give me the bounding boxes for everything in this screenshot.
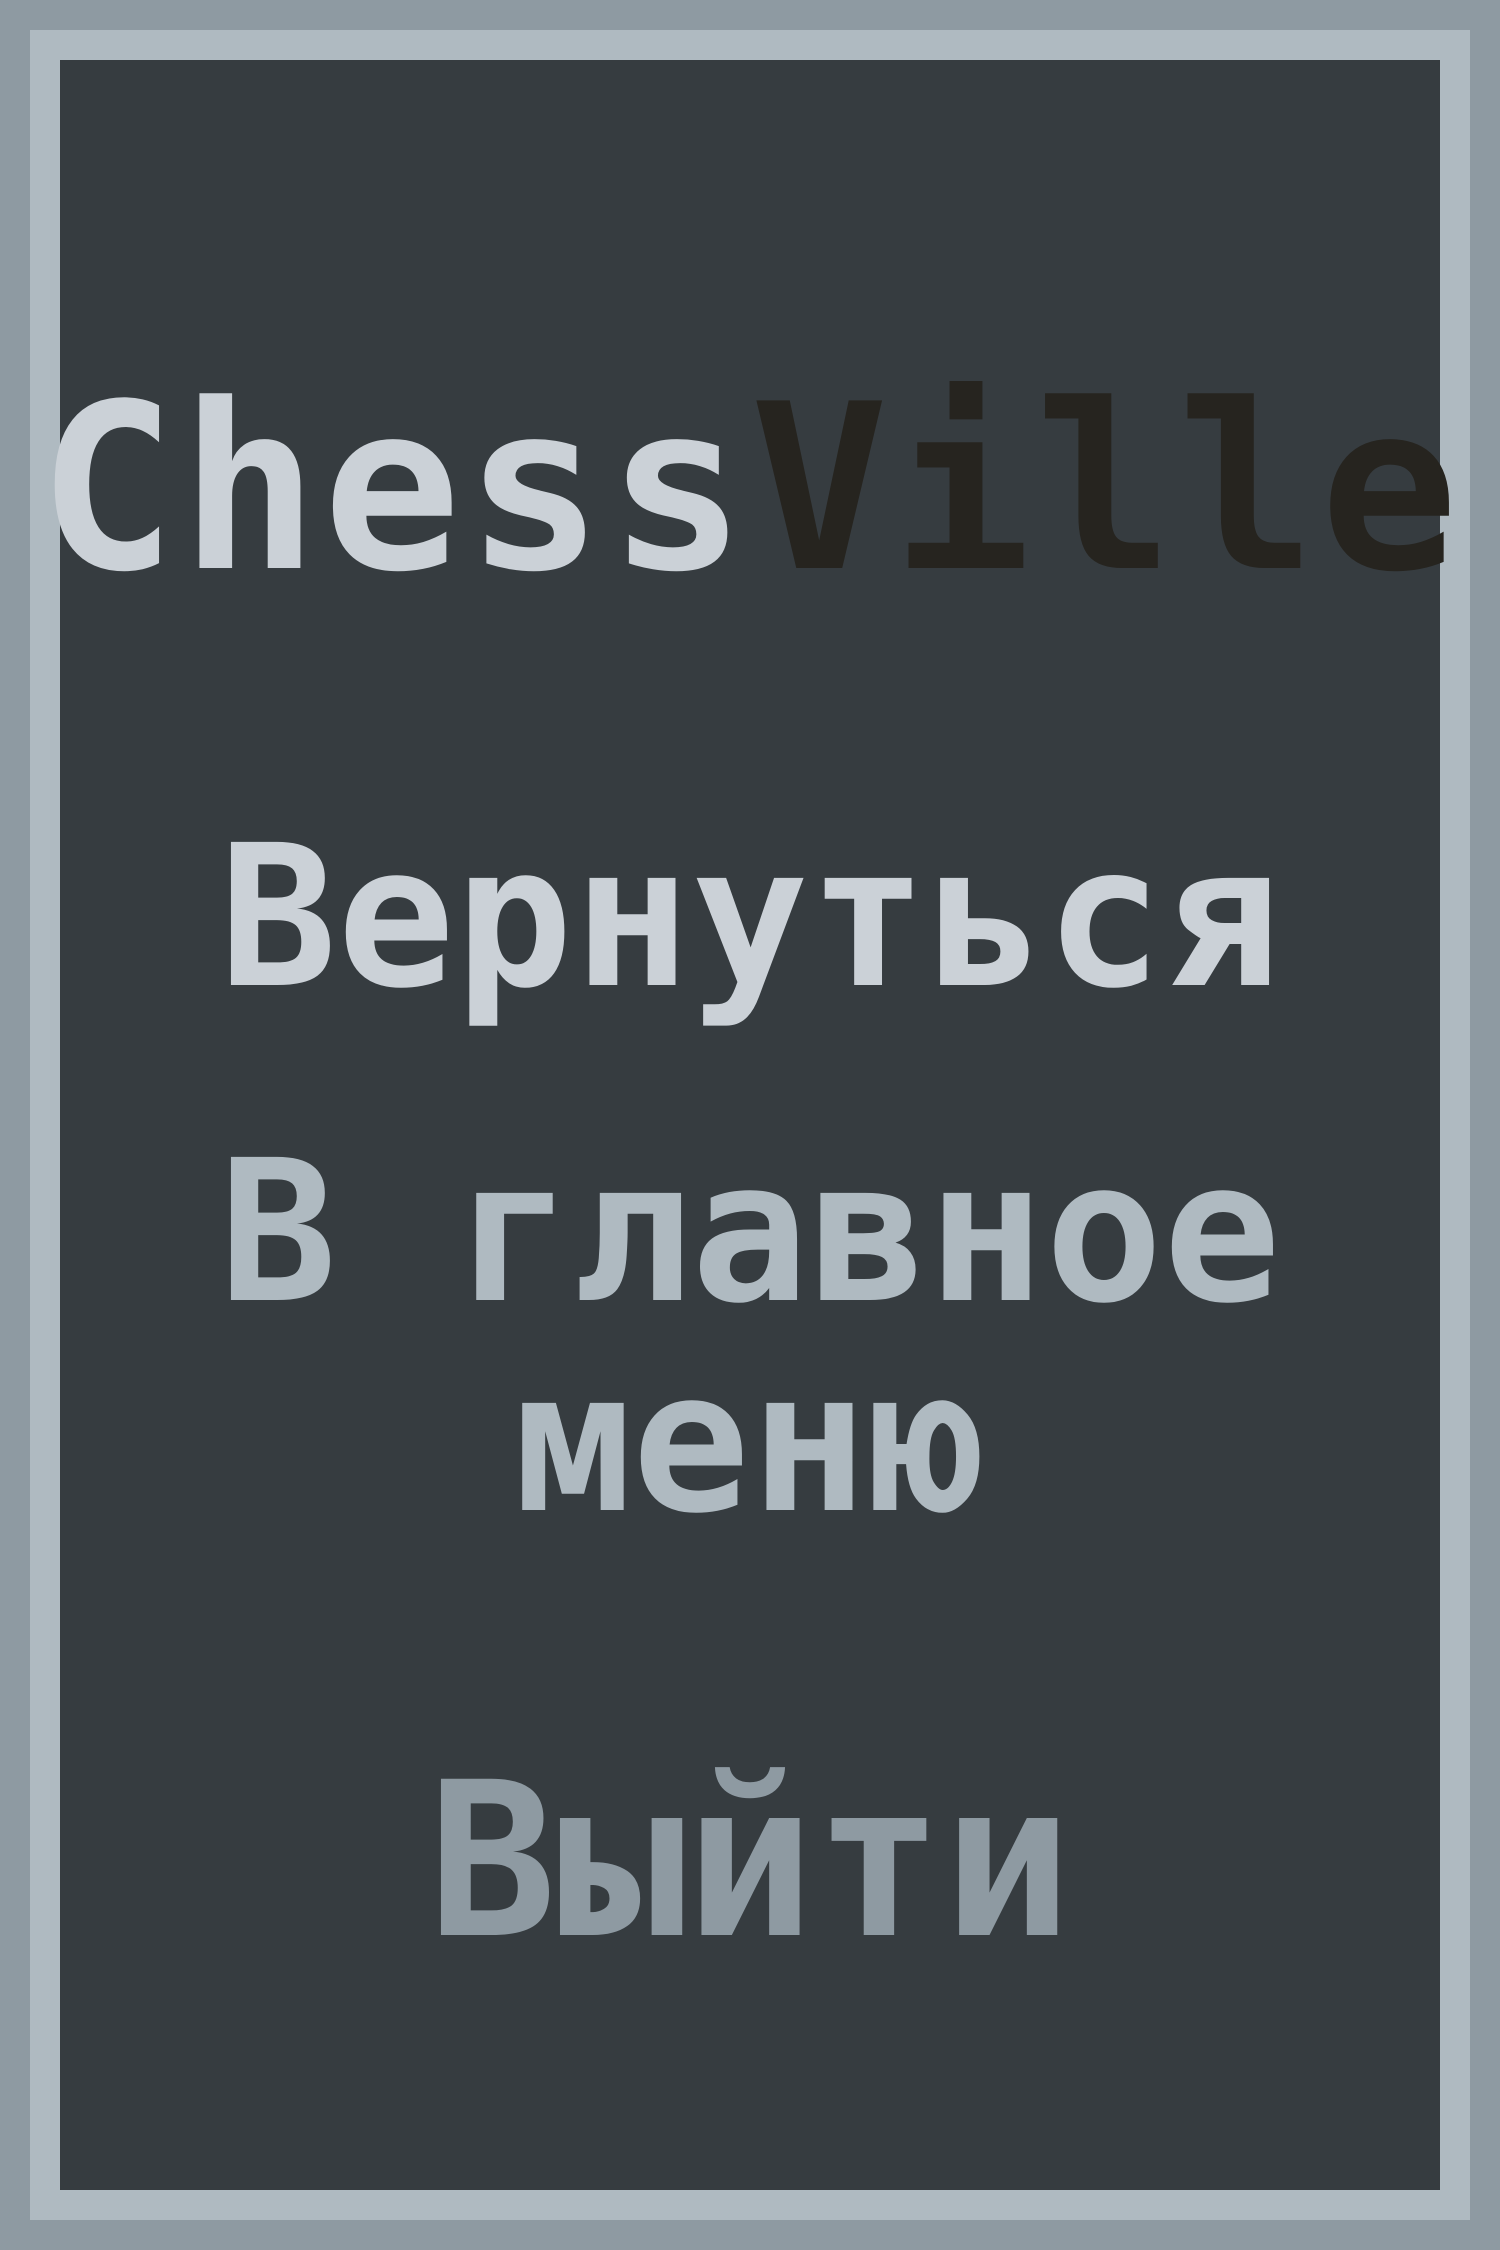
resume-button[interactable]: Вернуться (150, 820, 1350, 1016)
outer-frame: ChessVille Вернуться В главное меню Выйт… (0, 0, 1500, 2250)
exit-button[interactable]: Выйти (150, 1755, 1350, 1969)
title-chess: Chess (37, 356, 750, 623)
main-menu-button[interactable]: В главное меню (150, 1135, 1350, 1541)
main-menu-label-line2: меню (513, 1329, 986, 1557)
main-menu-label-line1: В главное (218, 1119, 1282, 1347)
title-ville: Ville (750, 356, 1463, 623)
game-title: ChessVille (0, 375, 1500, 605)
